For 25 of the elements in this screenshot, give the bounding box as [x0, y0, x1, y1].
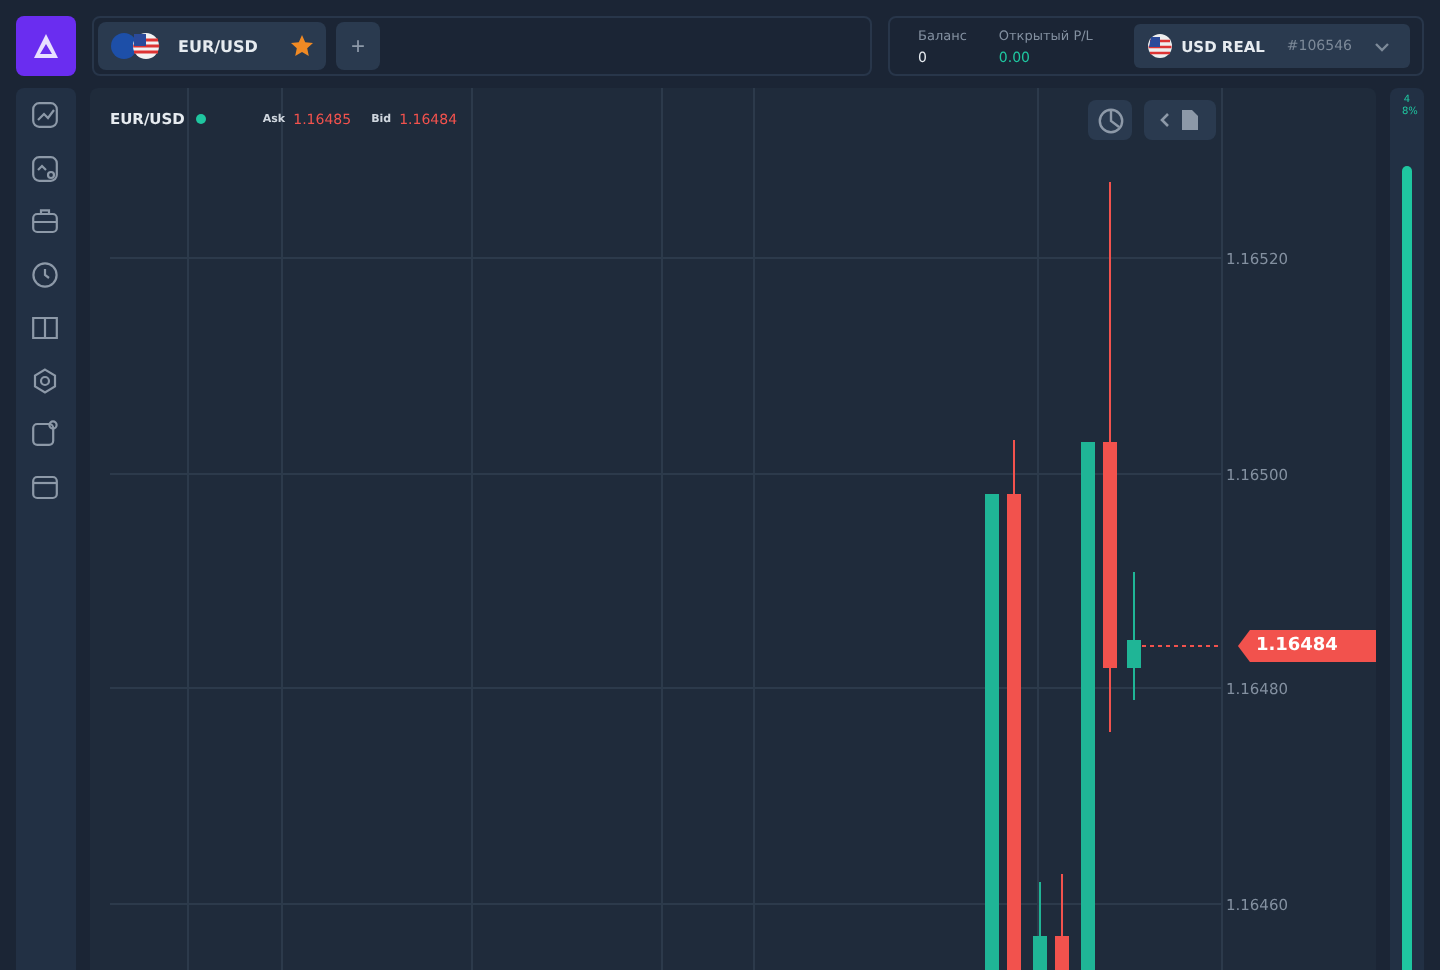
candlestick: [1032, 881, 1047, 970]
star-icon[interactable]: [290, 34, 314, 58]
hexagon-icon[interactable]: [32, 367, 59, 393]
briefcase-icon[interactable]: [32, 208, 59, 234]
pie-chart-icon: [1097, 107, 1124, 133]
document-icon: [1180, 108, 1201, 132]
document-icon[interactable]: [32, 420, 59, 446]
timeframe-button[interactable]: [1088, 100, 1133, 140]
logo-icon[interactable]: [16, 16, 76, 76]
calendar-icon[interactable]: [32, 473, 59, 499]
flag-icon: [1147, 34, 1172, 58]
chart-icon[interactable]: [32, 102, 59, 128]
current-price-tag: 1.16484: [1237, 630, 1377, 662]
candlestick: [1054, 873, 1069, 970]
price-line: [1140, 645, 1223, 647]
drawing-tools-button[interactable]: [1144, 100, 1217, 140]
chevron-down-icon: [1374, 41, 1390, 51]
pair-tab[interactable]: EUR/USD: [98, 22, 326, 70]
add-tab-button[interactable]: +: [336, 22, 380, 70]
candlestick: [1126, 571, 1141, 701]
flags-icon: [110, 32, 162, 60]
chevron-left-icon: [1160, 112, 1171, 128]
book-icon[interactable]: [32, 314, 59, 340]
chart-card-icon[interactable]: [32, 155, 59, 181]
clock-icon[interactable]: [32, 261, 59, 287]
